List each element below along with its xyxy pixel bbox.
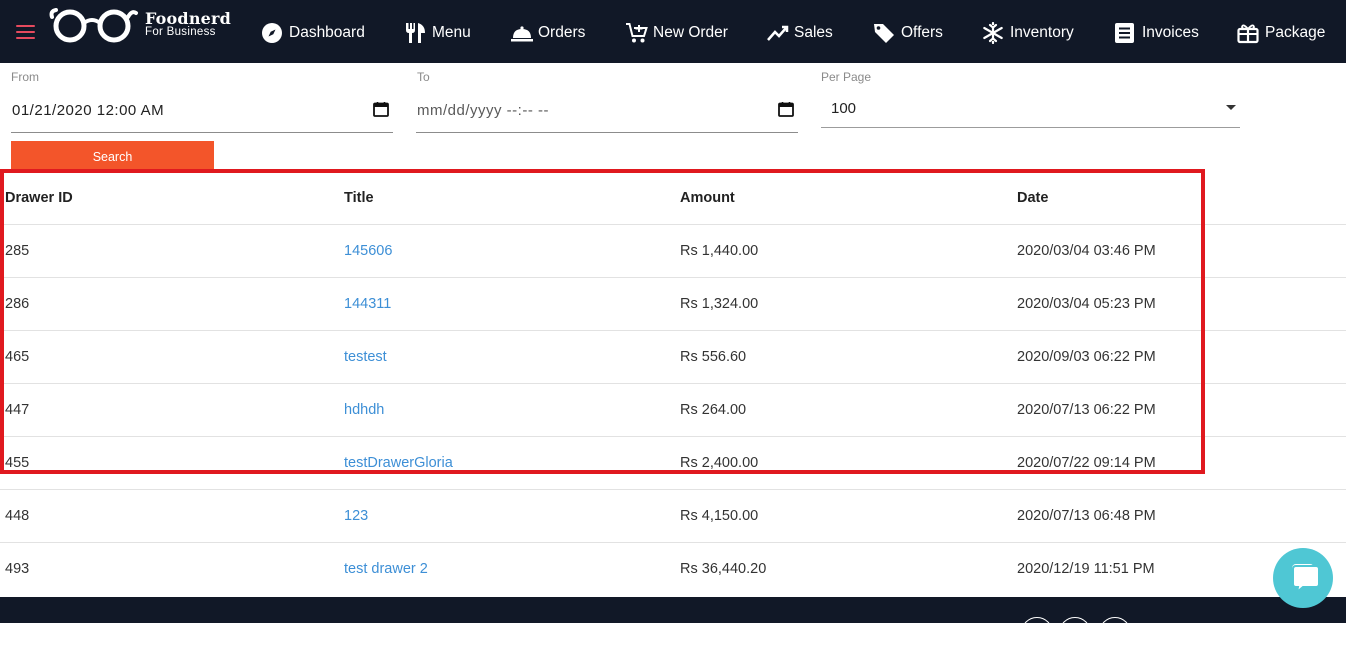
snowflake-icon (982, 21, 1006, 45)
table-row: 448 123 Rs 4,150.00 2020/07/13 06:48 PM (0, 490, 1346, 543)
calendar-icon[interactable] (373, 101, 389, 117)
compass-icon (261, 22, 285, 44)
calendar-icon[interactable] (778, 101, 794, 117)
nav-dashboard-label: Dashboard (289, 24, 365, 41)
drawer-title-link[interactable]: testDrawerGloria (344, 437, 453, 490)
social-icon[interactable] (1021, 617, 1053, 649)
from-label: From (11, 70, 39, 84)
table-row: 447 hdhdh Rs 264.00 2020/07/13 06:22 PM (0, 384, 1346, 437)
drawer-id-cell: 285 (5, 243, 30, 259)
drawer-title-link[interactable]: 145606 (344, 225, 392, 278)
drawers-table: Drawer ID Title Amount Date 285 145606 R… (0, 172, 1346, 596)
drawer-id-cell: 448 (5, 508, 30, 524)
nav-dashboard[interactable]: Dashboard (261, 22, 365, 60)
hamburger-menu-icon[interactable] (16, 24, 36, 40)
table-row: 455 testDrawerGloria Rs 2,400.00 2020/07… (0, 437, 1346, 490)
nav-package[interactable]: Package (1237, 22, 1325, 60)
nav-new-order-label: New Order (653, 24, 728, 41)
chat-bubble-icon (1292, 564, 1320, 595)
date-cell: 2020/03/04 03:46 PM (1017, 243, 1156, 259)
nav-invoices-label: Invoices (1142, 24, 1199, 41)
amount-cell: Rs 2,400.00 (680, 455, 759, 471)
per-page-select[interactable]: 100 (821, 94, 1240, 128)
column-header-title[interactable]: Title (344, 172, 374, 225)
date-cell: 2020/07/13 06:22 PM (1017, 402, 1156, 418)
nav-sales-label: Sales (794, 24, 833, 41)
drawer-title-link[interactable]: hdhdh (344, 384, 384, 437)
nav-orders[interactable]: Orders (510, 22, 585, 60)
table-header-row: Drawer ID Title Amount Date (0, 172, 1346, 225)
social-icon[interactable] (1059, 617, 1091, 649)
gift-box-icon (1237, 22, 1261, 44)
footer (0, 597, 1346, 649)
nav-offers[interactable]: Offers (873, 22, 943, 60)
to-label: To (417, 70, 430, 84)
trend-line-icon (766, 22, 790, 44)
table-row: 465 testest Rs 556.60 2020/09/03 06:22 P… (0, 331, 1346, 384)
nav-new-order[interactable]: New Order (625, 22, 728, 60)
tag-icon (873, 22, 897, 44)
top-navbar: Foodnerd For Business Dashboard Menu Ord… (0, 0, 1346, 63)
date-cell: 2020/07/22 09:14 PM (1017, 455, 1156, 471)
amount-cell: Rs 1,440.00 (680, 243, 759, 259)
drawer-title-link[interactable]: 123 (344, 490, 368, 543)
to-datetime-input[interactable]: mm/dd/yyyy --:-- -- (416, 94, 798, 133)
nav-offers-label: Offers (901, 24, 943, 41)
to-placeholder: mm/dd/yyyy --:-- -- (417, 102, 549, 119)
column-header-date[interactable]: Date (1017, 172, 1048, 225)
date-cell: 2020/12/19 11:51 PM (1017, 561, 1155, 577)
nav-invoices[interactable]: Invoices (1114, 22, 1199, 60)
drawer-title-link[interactable]: test drawer 2 (344, 543, 428, 596)
date-cell: 2020/07/13 06:48 PM (1017, 508, 1156, 524)
nav-inventory[interactable]: Inventory (982, 21, 1074, 60)
search-button[interactable]: Search (11, 141, 214, 171)
drawer-id-cell: 465 (5, 349, 30, 365)
drawer-title-link[interactable]: testest (344, 331, 387, 384)
amount-cell: Rs 264.00 (680, 402, 747, 418)
table-row: 285 145606 Rs 1,440.00 2020/03/04 03:46 … (0, 225, 1346, 278)
nav-inventory-label: Inventory (1010, 24, 1074, 41)
amount-cell: Rs 4,150.00 (680, 508, 759, 524)
column-header-amount[interactable]: Amount (680, 172, 735, 225)
from-value: 01/21/2020 12:00 AM (12, 102, 165, 119)
drawer-id-cell: 455 (5, 455, 30, 471)
cart-plus-icon (625, 22, 649, 44)
drawer-id-cell: 447 (5, 402, 30, 418)
amount-cell: Rs 1,324.00 (680, 296, 759, 312)
nav-menu[interactable]: Menu (404, 22, 471, 60)
cloche-icon (510, 22, 534, 44)
chevron-down-icon (1226, 105, 1236, 110)
nav-orders-label: Orders (538, 24, 586, 41)
amount-cell: Rs 556.60 (680, 349, 747, 365)
document-list-icon (1114, 22, 1138, 44)
brand-tagline: For Business (145, 26, 216, 38)
drawer-id-cell: 286 (5, 296, 30, 312)
fork-knife-icon (404, 22, 428, 44)
drawer-id-cell: 493 (5, 561, 30, 577)
date-cell: 2020/09/03 06:22 PM (1017, 349, 1156, 365)
table-row: 286 144311 Rs 1,324.00 2020/03/04 05:23 … (0, 278, 1346, 331)
nav-menu-label: Menu (432, 24, 471, 41)
glasses-logo-icon (49, 8, 138, 43)
date-cell: 2020/03/04 05:23 PM (1017, 296, 1156, 312)
from-datetime-input[interactable]: 01/21/2020 12:00 AM (11, 94, 393, 133)
drawer-title-link[interactable]: 144311 (344, 278, 391, 331)
column-header-drawer-id[interactable]: Drawer ID (5, 172, 73, 225)
per-page-label: Per Page (821, 70, 872, 84)
table-row: 493 test drawer 2 Rs 36,440.20 2020/12/1… (0, 543, 1346, 596)
chat-widget-button[interactable] (1273, 548, 1333, 608)
nav-package-label: Package (1265, 24, 1326, 41)
social-icon[interactable] (1099, 617, 1131, 649)
nav-sales[interactable]: Sales (766, 22, 833, 60)
brand-logo[interactable]: Foodnerd For Business (48, 7, 248, 47)
amount-cell: Rs 36,440.20 (680, 561, 767, 577)
per-page-value: 100 (831, 100, 857, 117)
